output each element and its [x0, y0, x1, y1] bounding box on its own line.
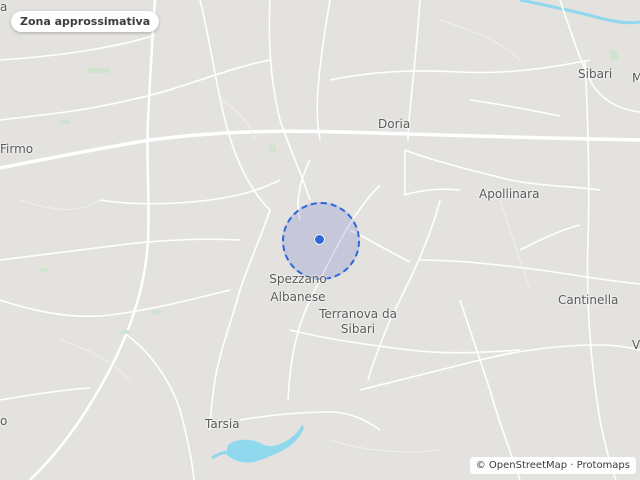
place-label-edge-m: M [632, 71, 640, 85]
protomaps-link[interactable]: Protomaps [577, 460, 630, 471]
place-label-apollinara: Apollinara [479, 187, 540, 201]
location-dot [314, 234, 325, 245]
map-attribution: © OpenStreetMap · Protomaps [469, 457, 636, 474]
place-label-edge-v: V [632, 338, 640, 352]
place-label-cantinella: Cantinella [558, 293, 619, 307]
place-label-edge-a: a [0, 0, 8, 14]
place-label-sibari: Sibari [578, 67, 613, 81]
place-label-tarsia: Tarsia [205, 417, 240, 431]
place-label-doria: Doria [378, 117, 411, 131]
place-label-firmo: Firmo [0, 142, 34, 156]
place-label-spezzano-line-1: Spezzano [269, 272, 327, 286]
place-label-terranova-da-sibari: Terranova da Sibari [319, 307, 397, 337]
place-label-terranova-line-1: Terranova da [319, 307, 397, 321]
place-label-edge-o: o [0, 414, 8, 428]
place-label-terranova-line-2: Sibari [340, 322, 376, 336]
place-label-spezzano-albanese: Spezzano Albanese [269, 272, 327, 305]
attribution-separator: · [570, 460, 574, 471]
map-view[interactable]: Sibari Doria Firmo Apollinara Spezzano A… [0, 0, 640, 480]
copyright-symbol: © [475, 460, 486, 471]
place-label-spezzano-line-2: Albanese [270, 290, 326, 304]
openstreetmap-link[interactable]: OpenStreetMap [489, 460, 567, 471]
approximate-zone-chip: Zona approssimativa [11, 11, 160, 32]
